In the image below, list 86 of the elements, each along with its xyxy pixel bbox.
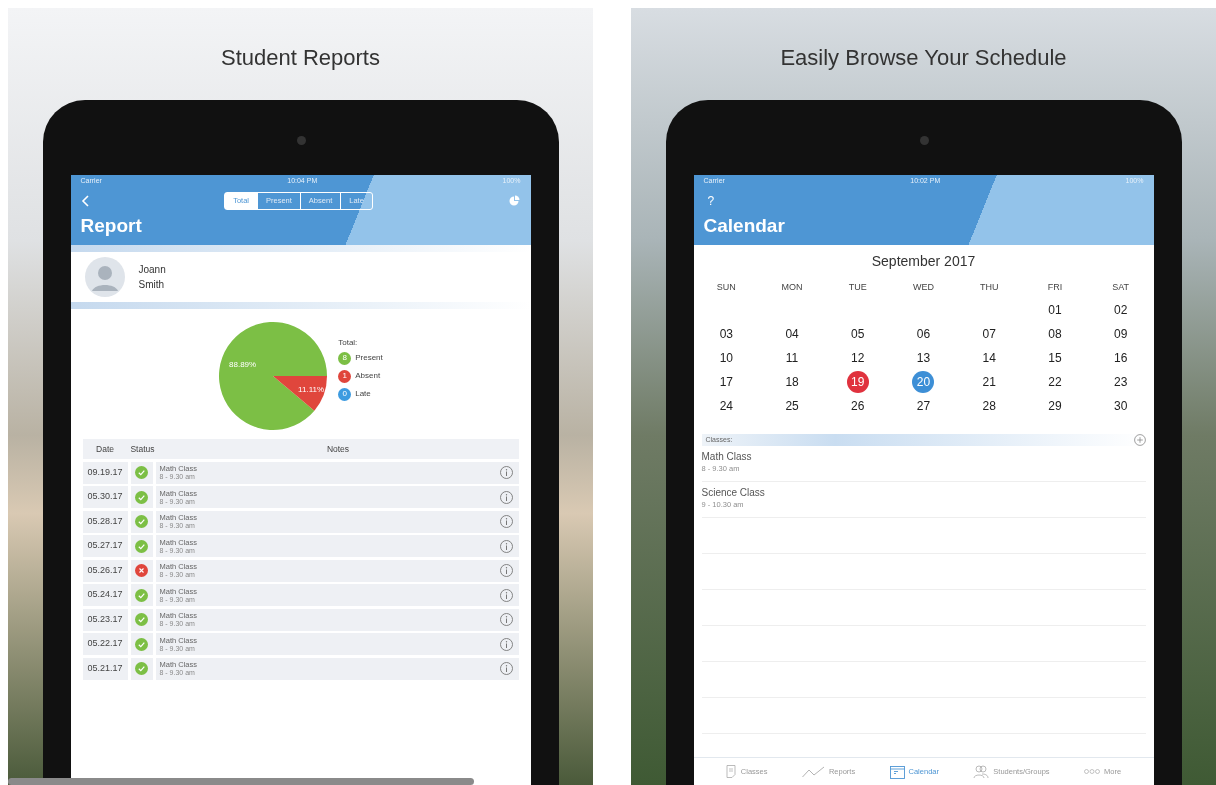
date-cell: 05.28.17 <box>82 510 128 533</box>
calendar-day[interactable]: 08 <box>1043 323 1066 345</box>
calendar-day[interactable]: 19 <box>846 371 869 393</box>
column-header: Notes <box>325 442 351 456</box>
month-title: September 2017 <box>870 252 977 271</box>
calendar-day[interactable]: 13 <box>912 347 935 369</box>
column-header: Date <box>95 442 115 456</box>
calendar-day[interactable]: 10 <box>715 347 738 369</box>
date-cell: 05.21.17 <box>82 657 128 680</box>
calendar-day[interactable]: 11 <box>781 347 804 369</box>
line-chart-icon <box>801 765 825 778</box>
info-icon[interactable] <box>499 588 513 602</box>
class-name: Science Class <box>701 486 766 499</box>
calendar-day[interactable]: 03 <box>715 323 738 345</box>
calendar-day[interactable]: 23 <box>1109 371 1132 393</box>
people-icon <box>973 764 990 779</box>
weekday-label: THU <box>978 281 1000 294</box>
calendar-day[interactable]: 07 <box>978 323 1001 345</box>
calendar-day[interactable]: 05 <box>846 323 869 345</box>
avatar-silhouette <box>84 257 125 297</box>
student-last-name: Smith <box>138 278 166 292</box>
headline: Easily Browse Your Schedule <box>780 46 1067 70</box>
calendar-day[interactable]: 18 <box>781 371 804 393</box>
info-icon[interactable] <box>499 613 513 626</box>
column-header: Status <box>129 442 156 456</box>
pie-chart-icon[interactable] <box>508 195 521 207</box>
date-cell: 09.19.17 <box>82 461 128 484</box>
add-icon[interactable] <box>1133 434 1146 446</box>
date-cell: 05.23.17 <box>82 608 128 631</box>
calendar-day[interactable]: 02 <box>1109 299 1132 321</box>
legend-count-dot: 1 <box>338 369 352 383</box>
calendar-day[interactable]: 09 <box>1109 323 1132 345</box>
legend-label: Absent <box>355 370 381 382</box>
info-icon[interactable] <box>499 515 513 528</box>
info-icon[interactable] <box>499 466 513 479</box>
calendar-day[interactable]: 12 <box>846 347 869 369</box>
calendar-day[interactable]: 06 <box>912 323 935 345</box>
student-first-name: Joann <box>138 263 166 277</box>
weekday-label: MON <box>780 281 804 294</box>
screen-title: Calendar <box>703 214 786 238</box>
weekday-label: WED <box>912 281 935 294</box>
date-cell: 05.27.17 <box>82 535 128 557</box>
calendar-day[interactable]: 29 <box>1043 395 1066 417</box>
calendar-day[interactable]: 16 <box>1109 347 1132 369</box>
document-icon <box>725 765 737 778</box>
screen-title: Report <box>80 214 143 238</box>
date-cell: 05.24.17 <box>82 584 128 606</box>
calendar-day[interactable]: 15 <box>1043 347 1066 369</box>
date-cell: 05.26.17 <box>82 559 128 582</box>
weekday-label: SUN <box>715 281 737 294</box>
info-icon[interactable] <box>499 490 513 504</box>
calendar-day[interactable]: 22 <box>1043 371 1066 393</box>
calendar-icon <box>889 764 905 779</box>
weekday-label: TUE <box>847 281 868 294</box>
legend-title: Total: <box>338 337 359 349</box>
camera-dot <box>919 136 929 145</box>
date-cell: 05.30.17 <box>82 486 128 508</box>
class-name: Math Class <box>701 450 753 463</box>
more-dots-icon <box>1084 769 1100 774</box>
legend-count-dot: 8 <box>338 351 352 365</box>
calendar-day[interactable]: 30 <box>1109 395 1132 417</box>
calendar-day[interactable]: 27 <box>912 395 935 417</box>
calendar-day[interactable]: 17 <box>715 371 738 393</box>
calendar-day[interactable]: 21 <box>978 371 1001 393</box>
legend-count-dot: 0 <box>338 387 352 401</box>
calendar-day[interactable]: 24 <box>715 395 738 417</box>
legend-label: Late <box>355 388 371 400</box>
back-icon[interactable] <box>80 195 89 207</box>
legend-label: Present <box>355 352 383 364</box>
calendar-day[interactable]: 28 <box>978 395 1001 417</box>
camera-dot <box>296 136 306 145</box>
info-icon[interactable] <box>499 637 513 651</box>
date-cell: 05.22.17 <box>82 633 128 655</box>
calendar-day[interactable]: 14 <box>978 347 1001 369</box>
calendar-day[interactable]: 01 <box>1043 299 1066 321</box>
info-icon[interactable] <box>499 564 513 577</box>
calendar-day[interactable]: 26 <box>846 395 869 417</box>
slice-label: 11.11% <box>298 384 325 394</box>
calendar-day[interactable]: 04 <box>781 323 804 345</box>
weekday-label: FRI <box>1046 281 1064 294</box>
info-icon[interactable] <box>499 662 513 675</box>
weekday-label: SAT <box>1111 281 1131 294</box>
info-icon[interactable] <box>499 539 513 553</box>
slice-label: 88.89% <box>229 359 257 369</box>
calendar-day[interactable]: 25 <box>781 395 804 417</box>
headline: Student Reports <box>221 46 380 70</box>
